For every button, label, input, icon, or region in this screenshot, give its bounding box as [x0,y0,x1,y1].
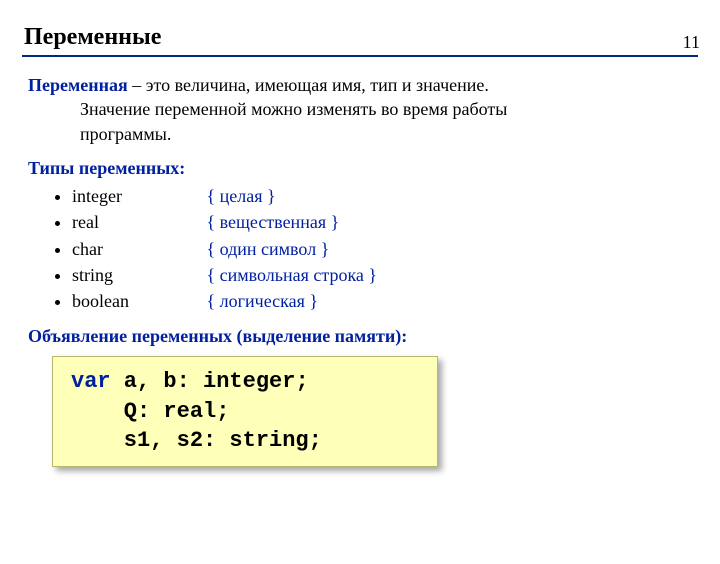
definition-term: Переменная [28,75,128,95]
definition-block: Переменная – это величина, имеющая имя, … [28,73,692,146]
code-keyword-var: var [71,369,111,394]
definition-dash: – [128,75,146,95]
code-block: var a, b: integer; Q: real; s1, s2: stri… [52,356,438,467]
type-comment: { вещественная } [207,212,340,232]
definition-cont-1: Значение переменной можно изменять во вр… [80,97,692,121]
type-name: string [72,263,202,287]
type-row-real: real { вещественная } [72,210,692,234]
code-line-1: a, b: integer; [111,369,309,394]
type-comment: { один символ } [207,239,330,259]
code-line-3: s1, s2: string; [71,428,322,453]
title-rule [22,55,698,57]
type-name: real [72,210,202,234]
type-row-string: string { символьная строка } [72,263,692,287]
definition-rest: это величина, имеющая имя, тип и значени… [146,75,489,95]
page-number: 11 [683,32,700,53]
type-name: boolean [72,289,202,313]
types-label: Типы переменных: [28,156,692,180]
code-line-2: Q: real; [71,399,229,424]
type-comment: { логическая } [207,291,319,311]
definition-cont-2: программы. [80,122,692,146]
type-row-char: char { один символ } [72,237,692,261]
type-row-integer: integer { целая } [72,184,692,208]
type-row-boolean: boolean { логическая } [72,289,692,313]
slide-title: Переменные [24,24,720,51]
type-comment: { символьная строка } [207,265,378,285]
declaration-label: Объявление переменных (выделение памяти)… [28,324,692,348]
types-list: integer { целая } real { вещественная } … [72,184,692,313]
type-name: char [72,237,202,261]
type-comment: { целая } [207,186,276,206]
content-area: Переменная – это величина, имеющая имя, … [28,73,692,467]
type-name: integer [72,184,202,208]
